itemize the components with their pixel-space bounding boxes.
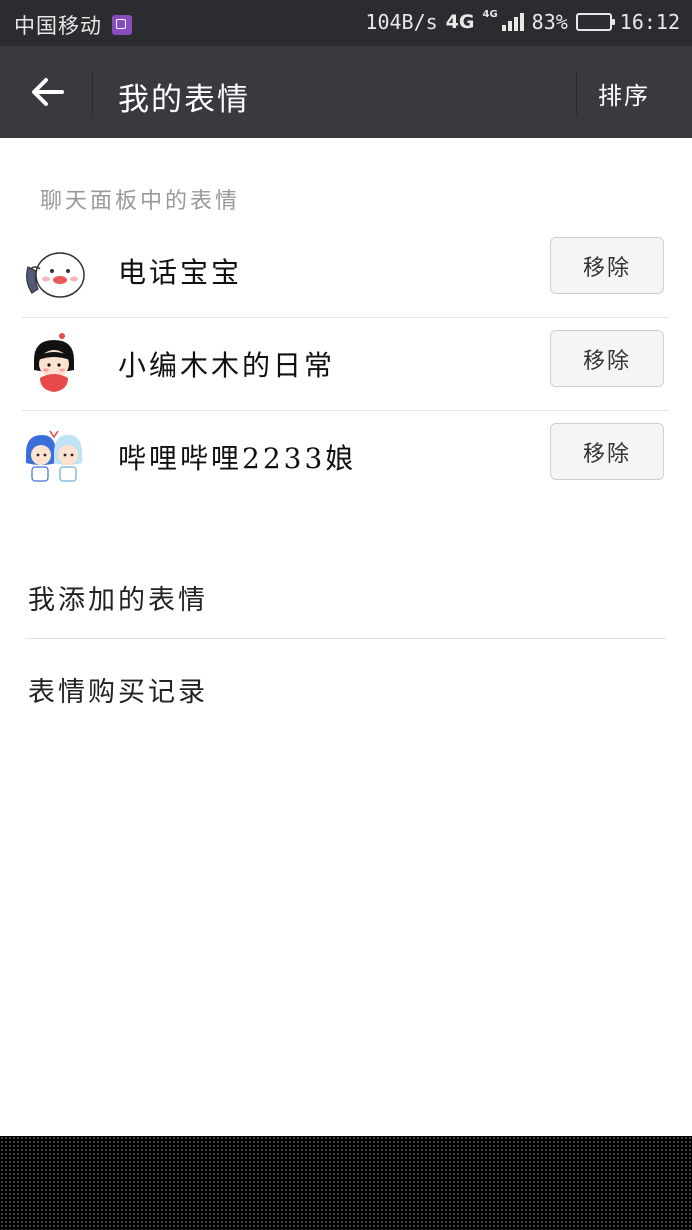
menu-item-added-stickers[interactable]: 我添加的表情 [28, 578, 208, 617]
status-bar: 中国移动 104B/s 4G 4G 83% 16:12 [0, 0, 692, 46]
network-type: 4G [445, 11, 475, 33]
toolbar-divider [576, 70, 577, 116]
top-toolbar: 我的表情 排序 [0, 46, 692, 138]
clock: 16:12 [619, 10, 680, 34]
sticker-pack-name: 电话宝宝 [118, 256, 243, 289]
toolbar-divider [92, 70, 93, 116]
battery-percent: 83% [531, 10, 568, 34]
signal-bars-icon [501, 13, 524, 31]
battery-icon [575, 13, 615, 31]
remove-button[interactable]: 移除 [550, 330, 664, 387]
net-speed: 104B/s [365, 10, 438, 34]
girl-sticker-icon [34, 333, 74, 392]
sticker-pack-name: 哔哩哔哩2233娘 [118, 442, 357, 475]
menu-divider [26, 638, 666, 639]
sticker-pack-row: 小编木木的日常 移除 [22, 318, 668, 410]
carrier-name: 中国移动 [14, 14, 102, 38]
gallery-notification-icon [112, 15, 132, 35]
remove-button[interactable]: 移除 [550, 423, 664, 480]
signal-network-label: 4G [482, 8, 498, 20]
sticker-pack-name: 小编木木的日常 [118, 349, 336, 382]
page-title: 我的表情 [118, 82, 250, 118]
bilibili-girls-sticker-icon [26, 430, 82, 482]
section-header-chat-panel: 聊天面板中的表情 [40, 189, 241, 214]
phone-baby-sticker-icon [26, 252, 85, 298]
arrow-left-icon [32, 78, 64, 106]
sticker-pack-row: 哔哩哔哩2233娘 移除 [22, 411, 668, 503]
menu-item-purchase-history[interactable]: 表情购买记录 [28, 670, 208, 709]
bottom-navigation-bar [0, 1136, 692, 1230]
back-button[interactable] [16, 64, 78, 120]
sticker-pack-row: 电话宝宝 移除 [22, 225, 668, 317]
sort-button[interactable]: 排序 [598, 76, 650, 111]
remove-button[interactable]: 移除 [550, 237, 664, 294]
